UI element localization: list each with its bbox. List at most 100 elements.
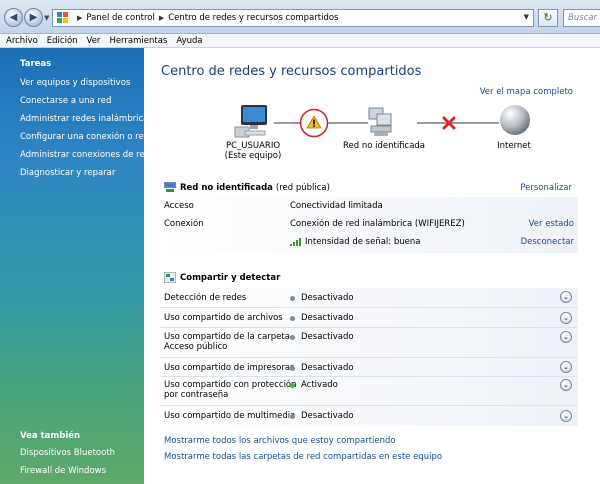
refresh-button[interactable]: ↻: [538, 9, 558, 27]
network-bench-icon: [164, 182, 176, 193]
signal-strength-icon: [290, 238, 302, 246]
network-details-panel: Acceso Conectividad limitada Conexión Co…: [160, 197, 578, 253]
menu-archivo[interactable]: Archivo: [6, 36, 38, 46]
forward-button[interactable]: ▶: [24, 8, 43, 27]
page-title: Centro de redes y recursos compartidos: [161, 64, 422, 79]
show-shared-folders-link[interactable]: Mostrarme todas las carpetas de red comp…: [164, 452, 442, 462]
sharing-row[interactable]: Uso compartido de multimedia Desactivado…: [160, 405, 578, 425]
status-text: Desactivado: [301, 411, 354, 421]
sharing-row[interactable]: Uso compartido con protección por contras…: [160, 376, 578, 405]
sidebar-item-diagnose[interactable]: Diagnosticar y reparar: [20, 168, 115, 178]
network-type: (red pública): [275, 182, 330, 193]
network-label: Red no identificada: [342, 141, 426, 151]
sidebar-item-bluetooth[interactable]: Dispositivos Bluetooth: [20, 448, 115, 458]
status-off-icon: [290, 295, 295, 301]
sharing-row-label: Uso compartido de multimedia: [164, 411, 296, 421]
sharing-row-status: Desactivado: [290, 313, 354, 323]
recent-pages-dropdown[interactable]: ▼: [44, 14, 49, 22]
warning-icon[interactable]: [299, 108, 329, 138]
expand-chevron-icon[interactable]: ⌄: [560, 410, 572, 422]
expand-chevron-icon[interactable]: ⌄: [560, 379, 572, 391]
expand-chevron-icon[interactable]: ⌄: [560, 361, 572, 373]
expand-chevron-icon[interactable]: ⌄: [560, 291, 572, 303]
menu-ver[interactable]: Ver: [87, 36, 101, 46]
signal-text: Intensidad de señal: buena: [305, 237, 421, 247]
computer-name: PC_USUARIO: [225, 141, 281, 151]
menu-herramientas[interactable]: Herramientas: [109, 36, 167, 46]
sharing-row[interactable]: Uso compartido de archivos Desactivado ⌄: [160, 307, 578, 327]
breadcrumb-control-panel[interactable]: Panel de control: [86, 13, 154, 23]
sharing-row-status: Activado: [290, 380, 338, 390]
sharing-row[interactable]: Detección de redes Desactivado ⌄: [160, 288, 578, 307]
status-off-icon: [290, 334, 295, 340]
sharing-section-header: Compartir y detectar: [163, 271, 281, 284]
access-label: Acceso: [164, 201, 194, 211]
sidebar-item-manage-wireless[interactable]: Administrar redes inalámbricas: [20, 114, 153, 124]
sharing-icon: [163, 271, 177, 284]
signal-row: Intensidad de señal: buena Desconectar: [160, 233, 578, 251]
menu-edicion[interactable]: Edición: [47, 36, 78, 46]
view-status-link[interactable]: Ver estado: [529, 219, 574, 229]
sharing-row-label: Uso compartido con protección por contras…: [164, 380, 297, 400]
search-input[interactable]: Buscar: [563, 9, 600, 27]
connection-row: Conexión Conexión de red inalámbrica (WI…: [160, 215, 578, 233]
computer-label: PC_USUARIO (Este equipo): [222, 141, 284, 161]
refresh-icon: ↻: [543, 11, 553, 24]
menu-bar: Archivo Edición Ver Herramientas Ayuda: [0, 34, 600, 48]
tasks-heading: Tareas: [20, 59, 52, 69]
sharing-row-label: Uso compartido de la carpeta Acceso públi…: [164, 332, 290, 352]
sidebar-item-connect-network[interactable]: Conectarse a una red: [20, 96, 111, 106]
address-bar: ◀ ▶ ▼ ▶ Panel de control ▶ Centro de red…: [0, 0, 600, 34]
sidebar-item-view-computers[interactable]: Ver equipos y dispositivos: [20, 78, 130, 88]
expand-chevron-icon[interactable]: ⌄: [560, 331, 572, 343]
computer-icon[interactable]: [233, 103, 273, 139]
breadcrumb-network-center[interactable]: Centro de redes y recursos compartidos: [168, 13, 338, 23]
sharing-row-label-line1: Uso compartido de la carpeta: [164, 332, 290, 342]
back-button[interactable]: ◀: [4, 8, 23, 27]
sidebar-item-setup-connection[interactable]: Configurar una conexión o red: [20, 132, 149, 142]
connection-label: Conexión: [164, 219, 204, 229]
status-text: Desactivado: [301, 332, 354, 342]
arrow-right-icon: ▶: [29, 12, 38, 23]
sidebar-item-firewall[interactable]: Firewall de Windows: [20, 466, 106, 476]
status-off-icon: [290, 365, 295, 371]
sharing-row[interactable]: Uso compartido de impresoras Desactivado…: [160, 357, 578, 376]
status-off-icon: [290, 315, 295, 321]
map-line: [274, 122, 300, 124]
show-shared-files-link[interactable]: Mostrarme todos los archivos que estoy c…: [164, 436, 396, 446]
address-dropdown-icon[interactable]: ▼: [524, 13, 529, 21]
sharing-panel: Detección de redes Desactivado ⌄ Uso com…: [160, 288, 578, 426]
sharing-row-status: Desactivado: [290, 332, 354, 342]
sharing-title: Compartir y detectar: [180, 272, 281, 283]
sharing-row-label: Uso compartido de impresoras: [164, 363, 295, 373]
arrow-left-icon: ◀: [9, 12, 18, 23]
expand-chevron-icon[interactable]: ⌄: [560, 312, 572, 324]
network-name: Red no identificada: [180, 182, 273, 193]
sharing-row-label: Detección de redes: [164, 293, 247, 303]
status-on-icon: [290, 382, 295, 388]
globe-icon[interactable]: [499, 104, 531, 136]
sharing-row-label-line2: Acceso público: [164, 342, 228, 352]
disconnect-link[interactable]: Desconectar: [521, 237, 574, 247]
control-panel-icon: [57, 12, 69, 24]
menu-ayuda[interactable]: Ayuda: [176, 36, 202, 46]
sidebar-item-manage-connections[interactable]: Administrar conexiones de red: [20, 150, 150, 160]
computer-subtitle: (Este equipo): [224, 151, 282, 161]
status-off-icon: [290, 413, 295, 419]
breadcrumb-chevron-icon: ▶: [158, 14, 165, 22]
breadcrumb-chevron-icon: ▶: [77, 14, 83, 22]
connection-value: Conexión de red inalámbrica (WIFIJEREZ): [290, 219, 465, 229]
sharing-row[interactable]: Uso compartido de la carpeta Acceso públi…: [160, 327, 578, 357]
view-full-map-link[interactable]: Ver el mapa completo: [480, 87, 573, 97]
access-value: Conectividad limitada: [290, 201, 383, 211]
error-x-icon[interactable]: [442, 116, 456, 130]
status-text: Desactivado: [301, 293, 354, 303]
customize-link[interactable]: Personalizar: [520, 183, 572, 193]
status-text: Activado: [301, 380, 338, 390]
sharing-row-status: Desactivado: [290, 411, 354, 421]
address-field[interactable]: ▶ Panel de control ▶ Centro de redes y r…: [52, 9, 534, 27]
access-row: Acceso Conectividad limitada: [160, 197, 578, 215]
sharing-row-label: Uso compartido de archivos: [164, 313, 283, 323]
main-content: Centro de redes y recursos compartidos V…: [144, 48, 600, 484]
network-icon[interactable]: [366, 106, 396, 138]
